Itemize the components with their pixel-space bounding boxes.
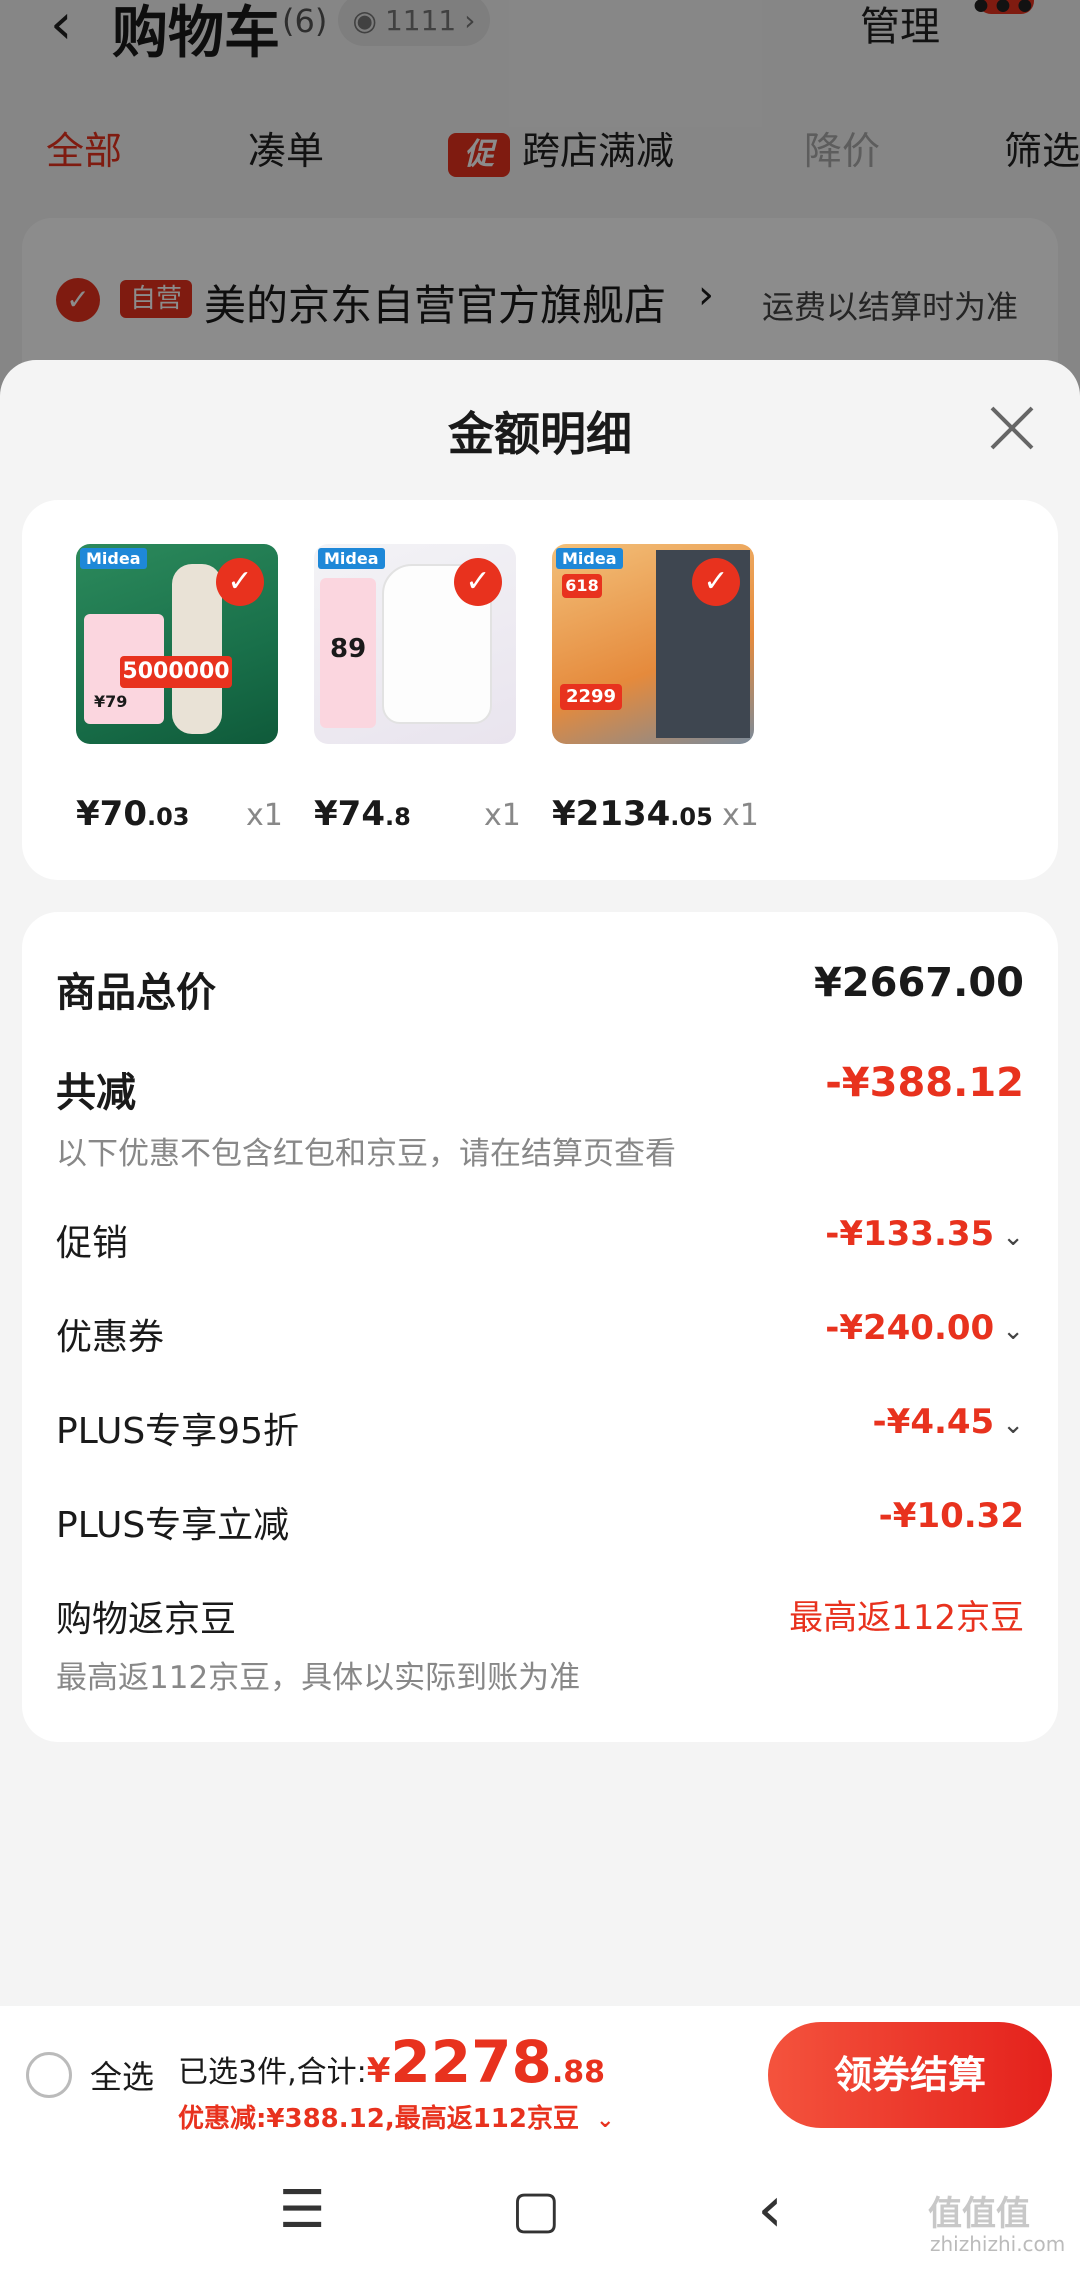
promo-value: -¥133.35 ⌄: [825, 1214, 1024, 1254]
back-nav-icon[interactable]: ‹: [730, 2170, 810, 2250]
total-integer: 2278: [390, 2028, 552, 2096]
brand-logo: Midea: [556, 548, 623, 569]
watermark-logo: 值值值: [928, 2194, 1030, 2234]
chevron-down-icon: ⌄: [1002, 1410, 1024, 1440]
price-decimal: .8: [384, 803, 411, 831]
product-price: ¥74.8: [314, 794, 411, 834]
total-price-value: ¥2667.00: [813, 960, 1024, 1006]
reduction-value: -¥388.12: [825, 1060, 1024, 1106]
home-icon[interactable]: ▢: [496, 2170, 576, 2250]
plus-cut-label: PLUS专享立减: [56, 1505, 290, 1546]
amount-detail-card: 商品总价 ¥2667.00 共减 -¥388.12 以下优惠不包含红包和京豆，请…: [22, 912, 1058, 1742]
coupon-label: 优惠券: [56, 1317, 165, 1358]
selected-products-card: Midea 5000000 ¥79 ✓ ¥70.03 x1 Midea 89 ✓…: [22, 500, 1058, 880]
price-decimal: .05: [670, 803, 713, 831]
product-quantity: x1: [484, 798, 521, 833]
discount-summary-text: 优惠减:¥388.12,最高返112京豆: [178, 2104, 579, 2134]
product-price: ¥70.03: [76, 794, 190, 834]
selected-count-text: 已选3件,合计:: [178, 2055, 367, 2090]
chevron-down-icon: ⌄: [1002, 1316, 1024, 1346]
product-price: ¥2134.05: [552, 794, 713, 834]
total-price-row: 商品总价 ¥2667.00: [56, 960, 1024, 1020]
promo-row[interactable]: 促销 -¥133.35 ⌄: [56, 1214, 1024, 1264]
checkout-button[interactable]: 领券结算: [768, 2022, 1052, 2128]
plus-cut-row: PLUS专享立减 -¥10.32: [56, 1496, 1024, 1546]
close-icon[interactable]: [986, 402, 1038, 454]
total-currency: ¥: [366, 2051, 391, 2091]
brand-logo: Midea: [80, 548, 147, 569]
check-icon[interactable]: ✓: [692, 558, 740, 606]
product-quantity: x1: [246, 798, 283, 833]
reduction-label: 共减: [56, 1070, 136, 1116]
order-summary: 已选3件,合计:¥2278.88: [178, 2028, 605, 2096]
image-price: ¥79: [94, 692, 128, 711]
product-quantity: x1: [722, 798, 759, 833]
reduction-row: 共减 -¥388.12 以下优惠不包含红包和京豆，请在结算页查看: [56, 1060, 1024, 1172]
plus-discount-label: PLUS专享95折: [56, 1411, 299, 1452]
brand-logo: Midea: [318, 548, 385, 569]
plus-discount-row[interactable]: PLUS专享95折 -¥4.45 ⌄: [56, 1402, 1024, 1452]
promo-label: 促销: [56, 1223, 129, 1264]
watermark-url: zhizhizhi.com: [930, 2232, 1066, 2256]
coupon-amount: -¥240.00: [825, 1308, 995, 1348]
beans-label: 购物返京豆: [56, 1599, 237, 1640]
check-icon[interactable]: ✓: [454, 558, 502, 606]
plus-discount-amount: -¥4.45: [872, 1402, 995, 1442]
coupon-row[interactable]: 优惠券 -¥240.00 ⌄: [56, 1308, 1024, 1358]
product-image[interactable]: Midea 618 2299 ✓: [552, 544, 754, 744]
total-decimal: .88: [551, 2055, 605, 2090]
beans-note: 最高返112京豆，具体以实际到账为准: [56, 1660, 581, 1696]
beans-value: 最高返112京豆: [789, 1598, 1024, 1638]
price-decimal: .03: [146, 803, 190, 831]
total-price-label: 商品总价: [56, 970, 216, 1016]
product-image[interactable]: Midea 89 ✓: [314, 544, 516, 744]
sheet-title: 金额明细: [448, 407, 632, 461]
menu-icon[interactable]: ☰: [262, 2170, 342, 2250]
check-icon[interactable]: ✓: [216, 558, 264, 606]
plus-discount-value: -¥4.45 ⌄: [873, 1402, 1024, 1442]
product-item[interactable]: Midea 89 ✓ ¥74.8 x1: [314, 544, 534, 834]
price-integer: ¥2134: [552, 794, 671, 834]
beans-row: 购物返京豆 最高返112京豆 最高返112京豆，具体以实际到账为准: [56, 1590, 1024, 1700]
price-integer: ¥70: [76, 794, 147, 834]
select-all-label[interactable]: 全选: [90, 2052, 154, 2098]
price-integer: ¥74: [314, 794, 385, 834]
chevron-down-icon: ⌄: [596, 2108, 615, 2133]
event-tag: 618: [562, 574, 602, 598]
promo-badge: 5000000: [120, 656, 232, 688]
product-image[interactable]: Midea 5000000 ¥79 ✓: [76, 544, 278, 744]
checkout-bar: 全选 已选3件,合计:¥2278.88 优惠减:¥388.12,最高返112京豆…: [0, 2006, 1080, 2142]
reduction-note: 以下优惠不包含红包和京豆，请在结算页查看: [56, 1136, 676, 1172]
discount-summary[interactable]: 优惠减:¥388.12,最高返112京豆 ⌄: [178, 2098, 614, 2135]
plus-cut-value: -¥10.32: [878, 1496, 1024, 1536]
image-price: 89: [330, 634, 367, 664]
image-price: 2299: [560, 684, 622, 710]
coupon-value: -¥240.00 ⌄: [825, 1308, 1024, 1348]
product-item[interactable]: Midea 618 2299 ✓ ¥2134.05 x1: [552, 544, 772, 834]
promo-amount: -¥133.35: [825, 1214, 995, 1254]
system-nav-bar: ☰ ▢ ‹: [0, 2142, 1080, 2274]
select-all-radio[interactable]: [26, 2052, 72, 2098]
chevron-down-icon: ⌄: [1002, 1222, 1024, 1252]
amount-detail-sheet: 金额明细 Midea 5000000 ¥79 ✓ ¥70.03 x1 Midea…: [0, 360, 1080, 2274]
product-item[interactable]: Midea 5000000 ¥79 ✓ ¥70.03 x1: [76, 544, 296, 834]
